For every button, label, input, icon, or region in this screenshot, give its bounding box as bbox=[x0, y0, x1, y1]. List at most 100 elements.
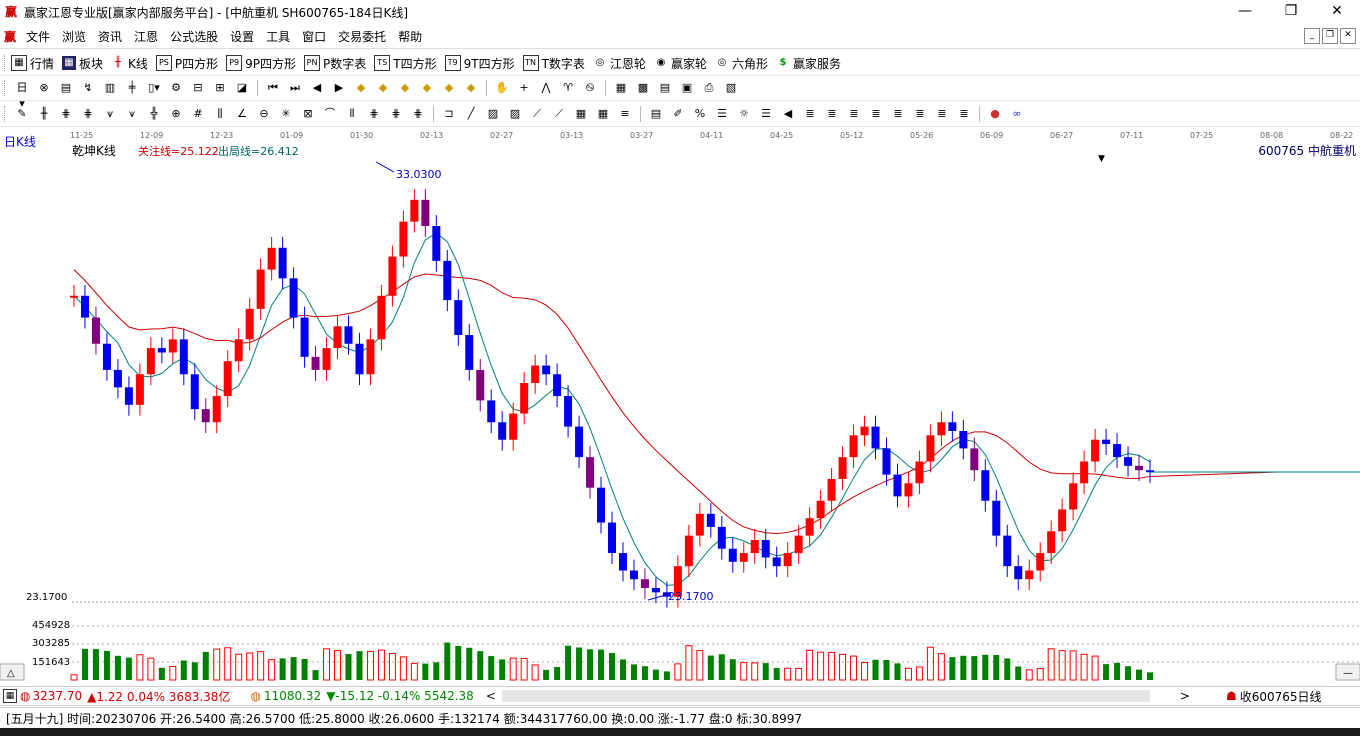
menu-file[interactable]: 文件 bbox=[20, 28, 56, 45]
grid-tool2-icon[interactable]: ▦ bbox=[595, 106, 611, 122]
line-chart-icon[interactable]: ↯ bbox=[80, 80, 96, 96]
close-button[interactable]: ✕ bbox=[1314, 0, 1360, 24]
menu-formula[interactable]: 公式选股 bbox=[164, 28, 224, 45]
circle-cross-icon[interactable]: ⊕ bbox=[168, 106, 184, 122]
diamond-icon[interactable]: ◆ bbox=[353, 80, 369, 96]
menu-browse[interactable]: 浏览 bbox=[56, 28, 92, 45]
fib-level6-icon[interactable]: ≣ bbox=[912, 106, 928, 122]
note-icon[interactable]: ▤ bbox=[657, 80, 673, 96]
export-icon[interactable]: ▧ bbox=[723, 80, 739, 96]
bar-chart-icon[interactable]: ▥ bbox=[102, 80, 118, 96]
minimize-button[interactable]: — bbox=[1222, 0, 1268, 24]
fib-level2-icon[interactable]: ≣ bbox=[824, 106, 840, 122]
toolbar-9p-square-button[interactable]: P9 9P四方形 bbox=[226, 55, 296, 72]
slope2-icon[interactable]: ⟋ bbox=[551, 106, 567, 122]
toolbar-service-button[interactable]: $ 赢家服务 bbox=[776, 55, 842, 72]
grid-tool-icon[interactable]: ▦ bbox=[573, 106, 589, 122]
polyline-icon[interactable]: ⋀ bbox=[538, 80, 554, 96]
toolbar-sector-button[interactable]: ▦ 板块 bbox=[62, 55, 103, 72]
arc-icon[interactable]: ⌒ bbox=[322, 106, 338, 122]
diamond4-icon[interactable]: ◆ bbox=[419, 80, 435, 96]
cursor-dropdown-icon[interactable]: ▯▾ bbox=[146, 80, 162, 96]
diamond6-icon[interactable]: ◆ bbox=[463, 80, 479, 96]
print-icon[interactable]: ⎙ bbox=[701, 80, 717, 96]
menu-tools[interactable]: 工具 bbox=[260, 28, 296, 45]
levels2-icon[interactable]: ☰ bbox=[758, 106, 774, 122]
fork-icon[interactable]: ⩛ bbox=[102, 106, 118, 122]
hatch2-icon[interactable]: ▨ bbox=[507, 106, 523, 122]
zoom-in-icon[interactable]: ⊞ bbox=[212, 80, 228, 96]
gear-chart-icon[interactable]: ⚙ bbox=[168, 80, 184, 96]
channel-icon[interactable]: ╬ bbox=[146, 106, 162, 122]
fib-level4-icon[interactable]: ≣ bbox=[868, 106, 884, 122]
fork2-icon[interactable]: ⩛ bbox=[124, 106, 140, 122]
slope-icon[interactable]: ⟋ bbox=[529, 106, 545, 122]
ruler-icon[interactable]: ✐ bbox=[670, 106, 686, 122]
toolbar-gann-wheel-button[interactable]: ◎ 江恩轮 bbox=[593, 55, 646, 72]
restore-button[interactable]: ❐ bbox=[1268, 0, 1314, 24]
menu-window[interactable]: 窗口 bbox=[296, 28, 332, 45]
scroll-track[interactable] bbox=[501, 690, 1150, 702]
box-icon[interactable]: ⊠ bbox=[300, 106, 316, 122]
gann-fan2-icon[interactable]: ⋕ bbox=[80, 106, 96, 122]
toolbar-p-number-button[interactable]: PN P数字表 bbox=[304, 55, 366, 72]
calc-icon[interactable]: ▩ bbox=[635, 80, 651, 96]
bracket-icon[interactable]: ⦀ bbox=[344, 106, 360, 122]
vertical-lines-icon[interactable]: ╫ bbox=[36, 106, 52, 122]
favorite-label[interactable]: 收600765日线 bbox=[1240, 688, 1322, 705]
fib-level7-icon[interactable]: ≣ bbox=[934, 106, 950, 122]
app-menu-icon[interactable]: 赢 bbox=[0, 28, 20, 45]
percent-icon[interactable]: % bbox=[692, 106, 708, 122]
trend-icon[interactable]: ◪ bbox=[234, 80, 250, 96]
last-icon[interactable]: ⏭ bbox=[287, 80, 303, 96]
gann-fan-icon[interactable]: ⋕ bbox=[58, 106, 74, 122]
next-icon[interactable]: ▶ bbox=[331, 80, 347, 96]
toolbar-t-number-button[interactable]: TN T数字表 bbox=[522, 55, 585, 72]
pattern-icon[interactable]: ♈ bbox=[560, 80, 576, 96]
menu-settings[interactable]: 设置 bbox=[224, 28, 260, 45]
star-icon[interactable]: ✳ bbox=[278, 106, 294, 122]
fib-level-icon[interactable]: ≣ bbox=[802, 106, 818, 122]
pencil-icon[interactable]: ✎ bbox=[14, 106, 30, 122]
fib-level5-icon[interactable]: ≣ bbox=[890, 106, 906, 122]
document-icon[interactable]: ▤ bbox=[58, 80, 74, 96]
spiral-icon[interactable]: ࿊ bbox=[582, 80, 598, 96]
menu-help[interactable]: 帮助 bbox=[392, 28, 428, 45]
toolbar-kline-button[interactable]: ╫ K线 bbox=[111, 55, 148, 72]
mdi-restore-button[interactable]: ❐ bbox=[1322, 28, 1338, 44]
diamond2-icon[interactable]: ◆ bbox=[375, 80, 391, 96]
diamond3-icon[interactable]: ◆ bbox=[397, 80, 413, 96]
toolbar-t-square-button[interactable]: TS T四方形 bbox=[374, 55, 437, 72]
fib-level8-icon[interactable]: ≣ bbox=[956, 106, 972, 122]
globe-icon[interactable]: ● bbox=[987, 106, 1003, 122]
circle-icon[interactable]: ⊖ bbox=[256, 106, 272, 122]
zoom-out-icon[interactable]: ⊟ bbox=[190, 80, 206, 96]
toolbar-quotes-button[interactable]: ▦ 行情 bbox=[11, 55, 54, 72]
prev-icon[interactable]: ◀ bbox=[309, 80, 325, 96]
rect-tool-icon[interactable]: ⊐ bbox=[441, 106, 457, 122]
toolbar-winner-wheel-button[interactable]: ◉ 赢家轮 bbox=[654, 55, 707, 72]
fib-icon[interactable]: ⋕ bbox=[366, 106, 382, 122]
table-small-icon[interactable]: ▦ bbox=[3, 689, 17, 703]
mdi-minimize-button[interactable]: _ bbox=[1304, 28, 1320, 44]
infinity-icon[interactable]: ∞ bbox=[1009, 106, 1025, 122]
candle-chart-icon[interactable]: ╪ bbox=[124, 80, 140, 96]
scroll-right-button[interactable]: > bbox=[1180, 689, 1190, 703]
time-cycle-icon[interactable]: ⫼ bbox=[212, 106, 228, 122]
levels-icon[interactable]: ☰ bbox=[714, 106, 730, 122]
scroll-left-button[interactable]: < bbox=[486, 689, 496, 703]
period-dropdown-icon[interactable]: 日▾ bbox=[14, 80, 30, 110]
first-icon[interactable]: ⏮ bbox=[265, 80, 281, 96]
sh-index-value[interactable]: 3237.70 bbox=[32, 689, 82, 703]
menu-info[interactable]: 资讯 bbox=[92, 28, 128, 45]
menu-trade[interactable]: 交易委托 bbox=[332, 28, 392, 45]
table-tool-icon[interactable]: ▤ bbox=[648, 106, 664, 122]
crosshair-icon[interactable]: + bbox=[516, 80, 532, 96]
toolbar-hexagon-button[interactable]: ◎ 六角形 bbox=[715, 55, 768, 72]
fib-level3-icon[interactable]: ≣ bbox=[846, 106, 862, 122]
save-icon[interactable]: ▣ bbox=[679, 80, 695, 96]
mdi-close-button[interactable]: ✕ bbox=[1340, 28, 1356, 44]
kline-chart[interactable]: 11-25 12-09 12-23 01-09 01-30 02-13 02-27 03-13… bbox=[0, 128, 1360, 683]
angle-icon[interactable]: ∠ bbox=[234, 106, 250, 122]
toolbar-p-square-button[interactable]: PS P四方形 bbox=[155, 55, 218, 72]
